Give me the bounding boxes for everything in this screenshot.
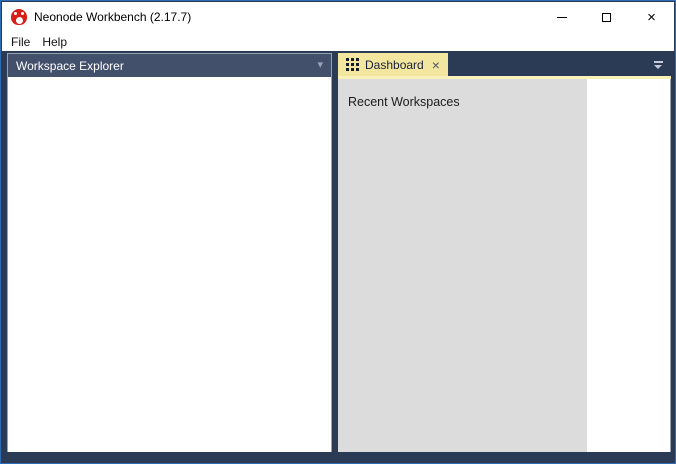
title-bar: Neonode Workbench (2.17.7) × <box>2 2 674 32</box>
menu-bar: File Help <box>2 32 674 51</box>
menu-item-file[interactable]: File <box>5 33 36 51</box>
logo-eye-right <box>21 12 24 15</box>
tab-strip: Dashboard × <box>338 53 671 76</box>
tab-dashboard-label: Dashboard <box>365 58 424 72</box>
app-window: Neonode Workbench (2.17.7) × File Help W… <box>0 0 676 464</box>
maximize-icon <box>602 13 611 22</box>
workspace-explorer-title: Workspace Explorer <box>16 59 317 73</box>
tab-list-bar <box>654 61 663 63</box>
chevron-down-icon[interactable]: ▾ <box>317 60 323 71</box>
tab-list-dropdown-icon[interactable] <box>645 53 671 76</box>
menu-item-help[interactable]: Help <box>36 33 73 51</box>
recent-workspaces-section: Recent Workspaces <box>338 79 587 454</box>
workspace-explorer-header: Workspace Explorer ▾ <box>8 54 331 77</box>
app-logo-icon <box>11 9 27 25</box>
tab-close-icon[interactable]: × <box>432 58 440 72</box>
tab-list-triangle <box>654 65 662 69</box>
minimize-icon <box>557 17 567 18</box>
tab-dashboard[interactable]: Dashboard × <box>338 53 448 76</box>
workspace-explorer-body <box>8 77 331 453</box>
dashboard-content: Recent Workspaces <box>338 79 671 454</box>
logo-mouth <box>16 17 23 24</box>
minimize-button[interactable] <box>539 2 584 32</box>
status-bar <box>2 452 674 462</box>
close-button[interactable]: × <box>629 2 674 32</box>
window-title: Neonode Workbench (2.17.7) <box>34 10 191 24</box>
close-icon: × <box>647 10 656 25</box>
dashboard-grid-icon <box>346 58 359 71</box>
logo-eye-left <box>14 12 17 15</box>
recent-workspaces-heading: Recent Workspaces <box>348 95 577 109</box>
workspace-explorer-panel: Workspace Explorer ▾ <box>7 53 332 454</box>
tab-strip-spacer <box>448 53 645 76</box>
maximize-button[interactable] <box>584 2 629 32</box>
